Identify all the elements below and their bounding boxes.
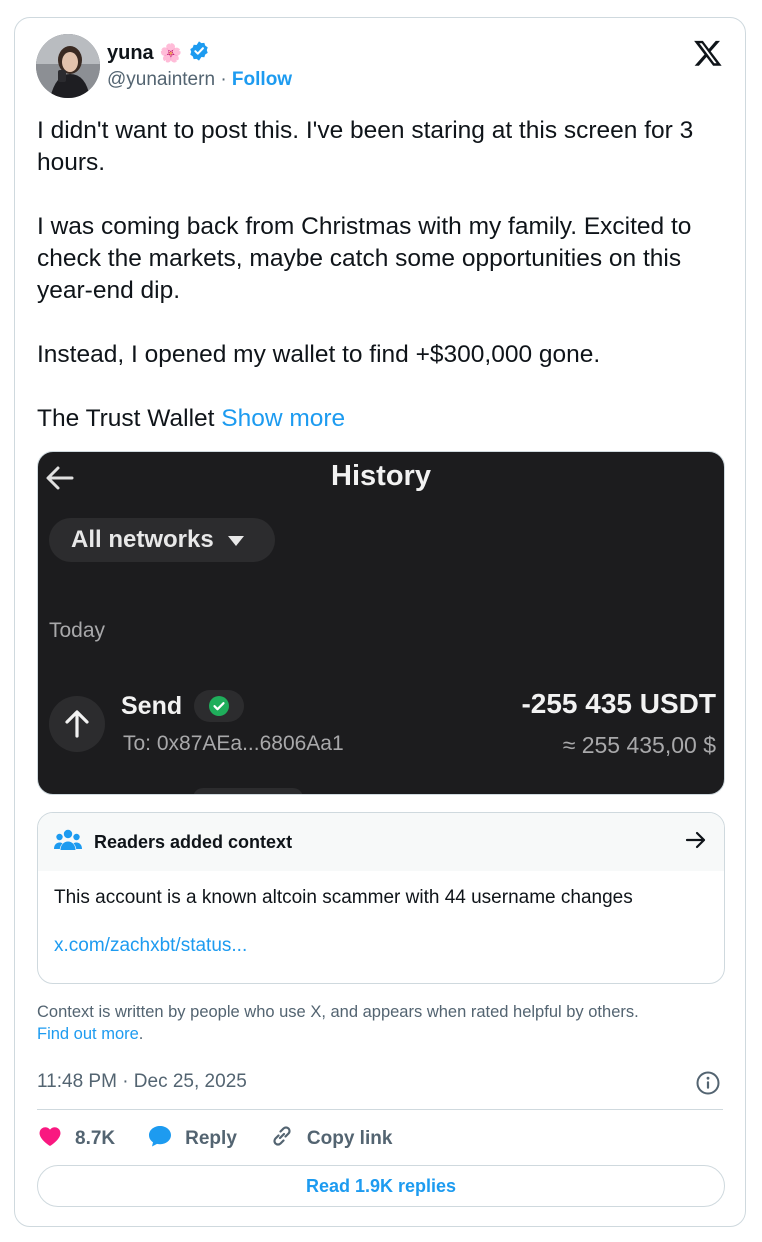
- avatar[interactable]: [36, 34, 100, 98]
- community-note-text: This account is a known altcoin scammer …: [54, 887, 633, 908]
- check-icon: [194, 690, 245, 722]
- today-label: Today: [49, 619, 106, 642]
- heart-icon: [37, 1124, 63, 1154]
- info-icon[interactable]: [695, 1070, 721, 1101]
- arrow-right-icon: [684, 828, 708, 857]
- reply-button[interactable]: Reply: [147, 1124, 237, 1154]
- link-icon: [269, 1123, 295, 1155]
- x-logo-icon[interactable]: [693, 38, 723, 68]
- community-note-body: This account is a known altcoin scammer …: [38, 871, 724, 957]
- tweet-last-line: The Trust Wallet: [37, 405, 215, 432]
- tweet-paragraph: Instead, I opened my wallet to find +$30…: [37, 341, 601, 368]
- reply-label: Reply: [185, 1128, 237, 1149]
- like-count: 8.7K: [75, 1128, 116, 1149]
- next-item-peek: [193, 788, 303, 794]
- context-footer: Context is written by people who use X, …: [37, 1001, 727, 1045]
- author-handle[interactable]: @yunaintern: [107, 69, 215, 90]
- tx-type-label: Send: [121, 691, 183, 720]
- divider: [37, 1109, 723, 1110]
- tweet-card: yuna 🌸 @yunaintern · Follow I didn't wan…: [14, 17, 746, 1227]
- author-name[interactable]: yuna: [107, 42, 154, 65]
- speech-bubble-icon: [147, 1124, 173, 1154]
- action-bar: 8.7K Reply Copy link: [37, 1123, 424, 1155]
- handle-row: @yunaintern · Follow: [107, 69, 292, 91]
- context-footer-period: .: [138, 1025, 144, 1043]
- like-button[interactable]: 8.7K: [37, 1124, 115, 1154]
- people-icon: [54, 828, 82, 857]
- community-note-header[interactable]: Readers added context: [38, 813, 724, 871]
- community-note-link[interactable]: x.com/zachxbt/status...: [54, 935, 708, 957]
- show-more-link[interactable]: Show more: [221, 405, 345, 432]
- tweet-paragraph: I was coming back from Christmas with my…: [37, 213, 692, 304]
- separator: ·: [220, 69, 227, 90]
- context-footer-text: Context is written by people who use X, …: [37, 1003, 639, 1021]
- caret-down-icon: [226, 526, 246, 554]
- community-note: Readers added context This account is a …: [37, 812, 725, 984]
- tweet-paragraph: I didn't want to post this. I've been st…: [37, 117, 694, 176]
- network-filter-label: All networks: [71, 526, 214, 553]
- community-note-title: Readers added context: [94, 831, 293, 852]
- tx-usd-value: ≈ 255 435,00 $: [562, 732, 716, 758]
- copy-link-label: Copy link: [306, 1128, 393, 1149]
- follow-button[interactable]: Follow: [232, 69, 292, 90]
- author-name-row: yuna 🌸: [107, 40, 210, 67]
- tx-recipient: To: 0x87AEa...6806Aa1: [123, 732, 344, 755]
- history-title: History: [331, 460, 431, 492]
- network-filter: All networks: [49, 518, 275, 562]
- flower-emoji: 🌸: [159, 43, 183, 63]
- tx-type: Send: [121, 690, 245, 722]
- tweet-paragraph-last: The Trust Wallet Show more: [37, 403, 732, 435]
- attached-image[interactable]: History All networks Today Send To: 0x87…: [37, 451, 725, 795]
- tweet-text: I didn't want to post this. I've been st…: [37, 115, 732, 435]
- find-out-more-link[interactable]: Find out more: [37, 1025, 139, 1043]
- verified-badge-icon: [188, 40, 210, 67]
- tx-amount: -255 435 USDT: [521, 688, 716, 719]
- timestamp[interactable]: 11:48 PM · Dec 25, 2025: [37, 1071, 247, 1093]
- copy-link-button[interactable]: Copy link: [269, 1123, 393, 1155]
- read-replies-button[interactable]: Read 1.9K replies: [37, 1165, 725, 1207]
- send-arrow-icon: [49, 696, 105, 752]
